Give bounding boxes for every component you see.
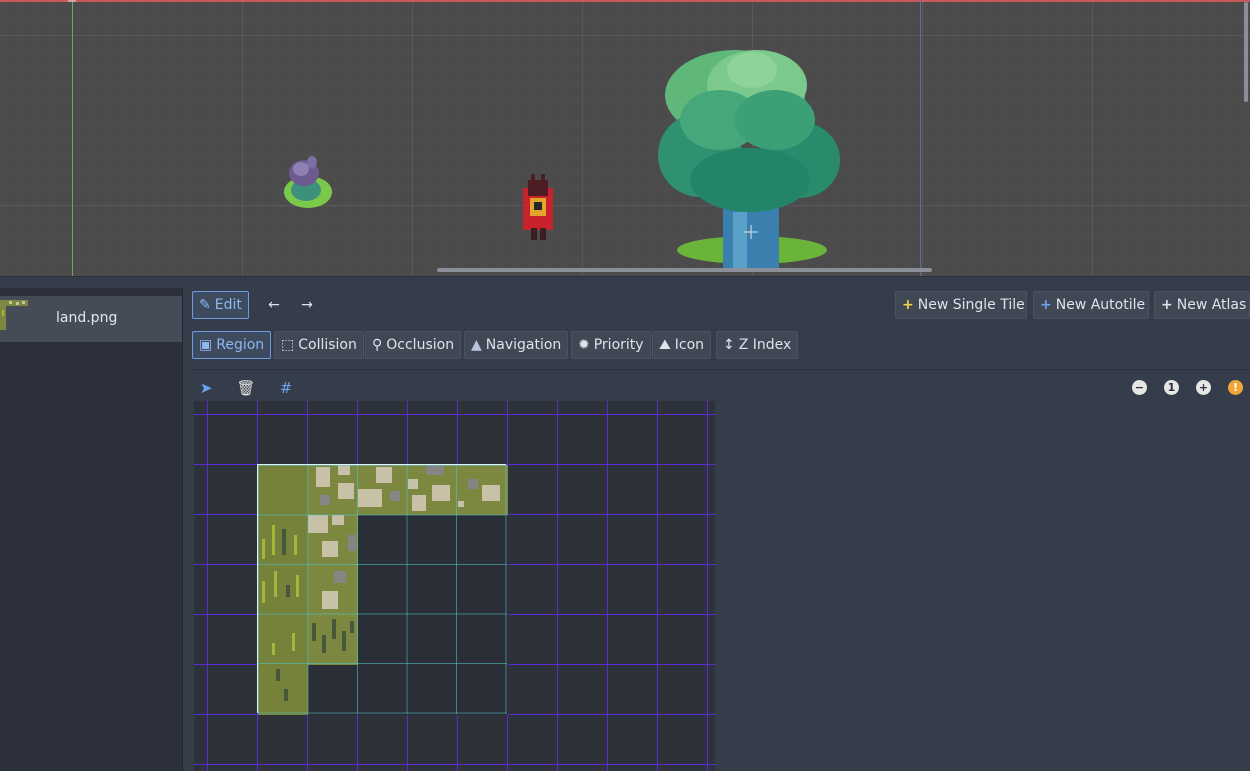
tab-collision-label: Collision bbox=[298, 337, 357, 353]
tile-cell bbox=[408, 565, 458, 615]
tileset-editor-panel: land.png ✎ Edit ← → + New Single Tile + … bbox=[0, 278, 1250, 771]
scene-sprites bbox=[68, 0, 840, 268]
tile-cell bbox=[308, 665, 358, 715]
tile-cell bbox=[458, 665, 508, 715]
tile-cell bbox=[458, 565, 508, 615]
new-atlas-button[interactable]: + New Atlas bbox=[1154, 291, 1250, 319]
tile-region-canvas[interactable] bbox=[194, 401, 715, 771]
tileset-texture-list: land.png bbox=[0, 288, 183, 771]
pointer-icon[interactable]: ➤ bbox=[196, 378, 216, 398]
image-icon: ⛰ bbox=[659, 337, 671, 353]
tab-icon-label: Icon bbox=[674, 337, 705, 353]
tile-cell bbox=[258, 515, 308, 565]
tile-cell bbox=[358, 465, 408, 515]
plus-icon: + bbox=[902, 297, 914, 313]
tile-cell bbox=[408, 465, 458, 515]
tab-priority[interactable]: ✹ Priority bbox=[571, 331, 651, 359]
tile-editor: ✎ Edit ← → + New Single Tile + New Autot… bbox=[190, 288, 1250, 771]
tile-cell bbox=[258, 665, 308, 715]
tile-cell bbox=[408, 515, 458, 565]
new-autotile-label: New Autotile bbox=[1055, 297, 1146, 313]
navigation-icon: ▲ bbox=[471, 337, 482, 353]
new-atlas-label: New Atlas bbox=[1176, 297, 1247, 313]
tile-cell bbox=[358, 615, 408, 665]
tile-cell bbox=[258, 615, 308, 665]
arrow-right-icon: → bbox=[301, 297, 313, 313]
z-index-icon: ↕ bbox=[723, 337, 735, 353]
tile-cell bbox=[308, 465, 358, 515]
canvas-empty-area bbox=[715, 401, 1250, 771]
tileset-texture-item[interactable]: land.png bbox=[0, 296, 182, 342]
tile-cell bbox=[458, 615, 508, 665]
editor-toolbar: ✎ Edit ← → + New Single Tile + New Autot… bbox=[190, 288, 1250, 322]
trash-icon[interactable]: 🗑 bbox=[236, 378, 256, 398]
zoom-reset-label: 1 bbox=[1167, 381, 1176, 394]
tile-cell bbox=[458, 465, 508, 515]
tile-texture[interactable] bbox=[257, 464, 508, 715]
edit-label: Edit bbox=[214, 297, 242, 313]
light-icon: ⚲ bbox=[372, 337, 383, 353]
toolbar-divider bbox=[190, 369, 1250, 370]
tab-navigation[interactable]: ▲ Navigation bbox=[464, 331, 569, 359]
gear-icon: ✹ bbox=[578, 337, 590, 353]
texture-name: land.png bbox=[56, 310, 118, 326]
viewport-h-scrollbar[interactable] bbox=[437, 268, 932, 272]
edit-mode-tabs: ▣ Region ⬚ Collision ⚲ Occlusion ▲ Navig… bbox=[190, 328, 1250, 362]
plus-circle-icon[interactable]: + bbox=[1196, 380, 1211, 395]
tile-cell bbox=[258, 465, 308, 515]
tree-sprite bbox=[658, 50, 840, 268]
tile-cell bbox=[308, 515, 358, 565]
tab-z-index[interactable]: ↕ Z Index bbox=[716, 331, 799, 359]
texture-thumbnail bbox=[0, 300, 28, 330]
edit-button[interactable]: ✎ Edit bbox=[192, 291, 249, 319]
tile-cell bbox=[358, 565, 408, 615]
new-single-tile-button[interactable]: + New Single Tile bbox=[895, 291, 1027, 319]
tile-cell bbox=[408, 615, 458, 665]
tab-navigation-label: Navigation bbox=[485, 337, 562, 353]
tile-cell bbox=[358, 665, 408, 715]
viewport-v-scrollbar[interactable] bbox=[1244, 2, 1248, 102]
tile-cell bbox=[408, 665, 458, 715]
one-circle-icon[interactable]: 1 bbox=[1164, 380, 1179, 395]
tab-occlusion[interactable]: ⚲ Occlusion bbox=[365, 331, 462, 359]
arrow-left-icon: ← bbox=[268, 297, 280, 313]
collision-icon: ⬚ bbox=[281, 337, 295, 353]
tile-cell bbox=[358, 515, 408, 565]
tab-z-index-label: Z Index bbox=[738, 337, 792, 353]
tab-region-label: Region bbox=[216, 337, 265, 353]
pencil-icon: ✎ bbox=[199, 297, 211, 313]
character-sprite bbox=[523, 174, 553, 240]
next-texture-button[interactable]: → bbox=[295, 291, 319, 319]
scene-viewport[interactable] bbox=[0, 0, 1250, 277]
new-single-tile-label: New Single Tile bbox=[917, 297, 1025, 313]
plus-icon: + bbox=[1040, 297, 1052, 313]
rock-bush-sprite bbox=[284, 156, 332, 208]
tab-icon[interactable]: ⛰ Icon bbox=[652, 331, 712, 359]
tile-cell bbox=[308, 565, 358, 615]
tile-cell bbox=[308, 615, 358, 665]
tab-collision[interactable]: ⬚ Collision bbox=[274, 331, 364, 359]
tab-occlusion-label: Occlusion bbox=[386, 337, 455, 353]
minus-circle-icon[interactable]: − bbox=[1132, 380, 1147, 395]
region-icon: ▣ bbox=[199, 337, 213, 353]
plus-icon: + bbox=[1161, 297, 1173, 313]
info-icon[interactable]: ! bbox=[1228, 380, 1243, 395]
new-autotile-button[interactable]: + New Autotile bbox=[1033, 291, 1149, 319]
tab-priority-label: Priority bbox=[593, 337, 644, 353]
tile-cell bbox=[458, 515, 508, 565]
tool-strip: ➤ 🗑 # − 1 + ! bbox=[190, 372, 1250, 404]
tab-region[interactable]: ▣ Region bbox=[192, 331, 272, 359]
prev-texture-button[interactable]: ← bbox=[262, 291, 286, 319]
tile-cell bbox=[258, 565, 308, 615]
grid-snap-icon[interactable]: # bbox=[276, 378, 296, 398]
